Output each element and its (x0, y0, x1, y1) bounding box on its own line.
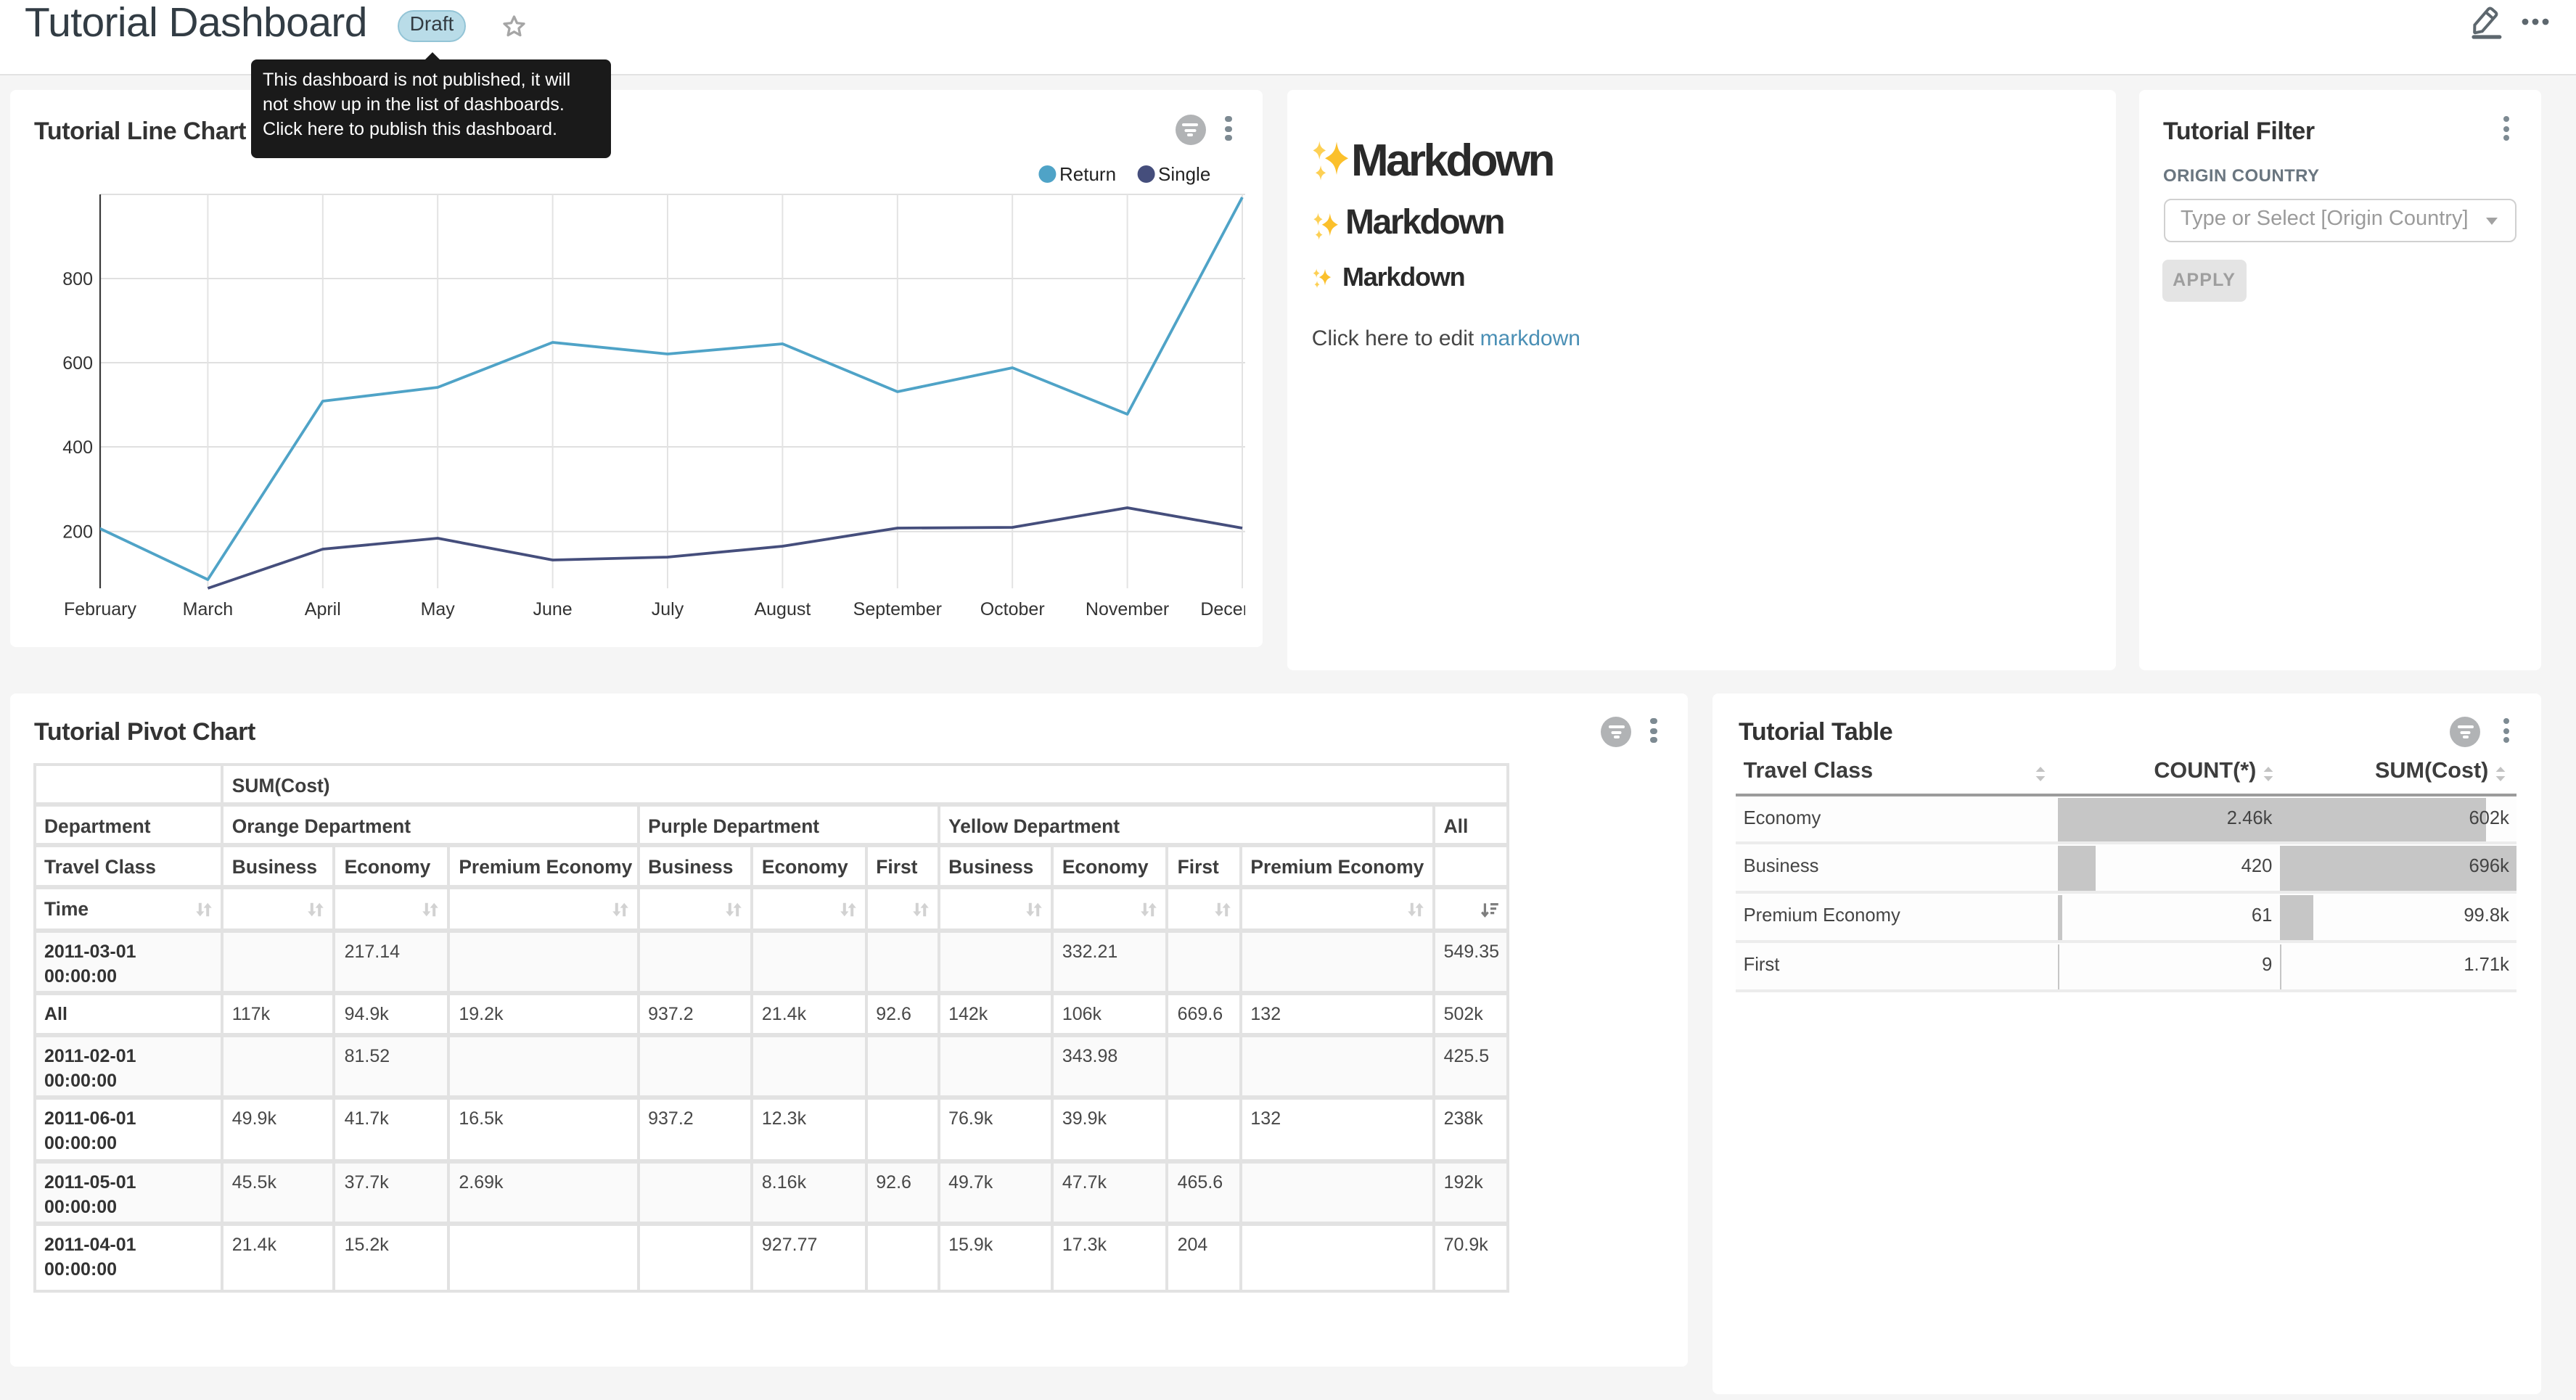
svg-text:June: June (533, 599, 572, 619)
svg-text:200: 200 (62, 522, 93, 543)
svg-text:February: February (64, 599, 137, 619)
svg-text:400: 400 (62, 437, 93, 458)
svg-text:August: August (754, 599, 811, 619)
svg-text:800: 800 (62, 269, 93, 289)
svg-text:March: March (183, 599, 233, 619)
svg-text:April: April (305, 599, 341, 619)
svg-text:Single: Single (1158, 163, 1210, 185)
svg-text:December: December (1200, 599, 1263, 619)
svg-text:October: October (980, 599, 1045, 619)
svg-text:May: May (421, 599, 456, 619)
svg-text:Return: Return (1059, 163, 1116, 185)
svg-text:600: 600 (62, 353, 93, 374)
svg-text:July: July (652, 599, 684, 619)
svg-text:November: November (1086, 599, 1169, 619)
svg-text:September: September (853, 599, 942, 619)
